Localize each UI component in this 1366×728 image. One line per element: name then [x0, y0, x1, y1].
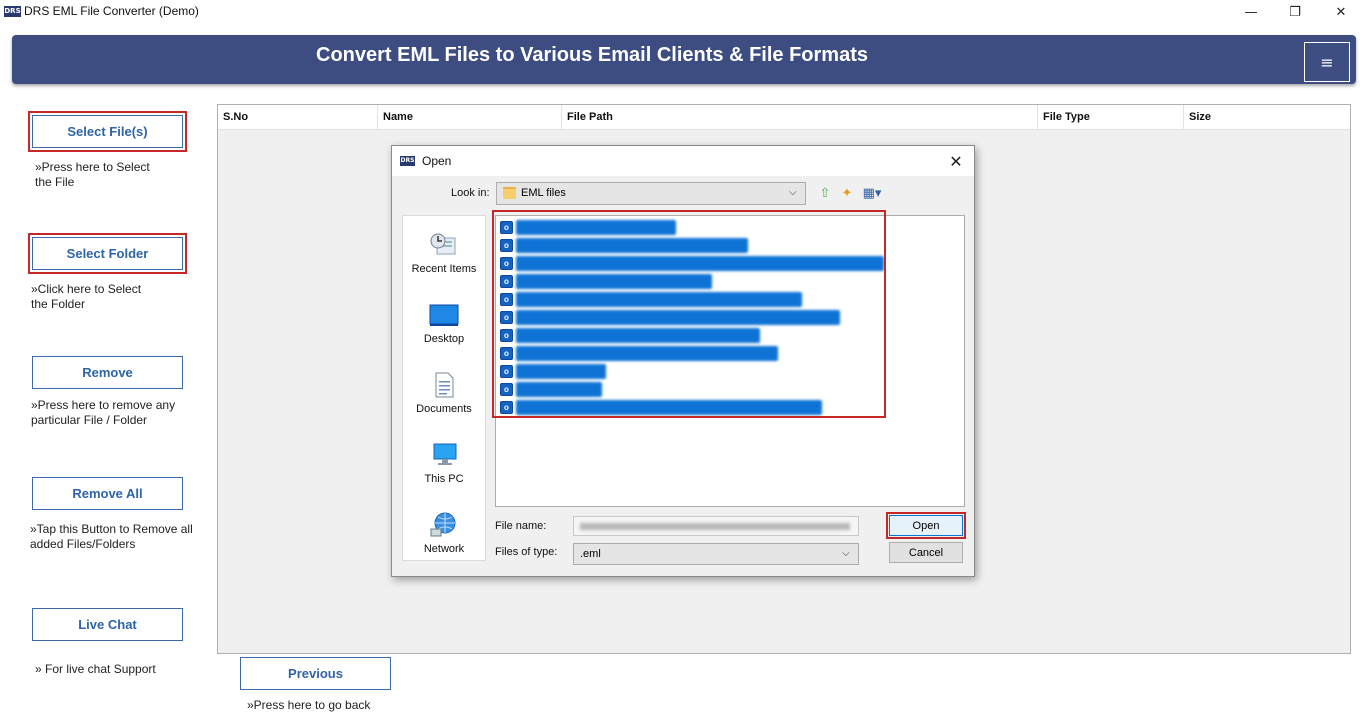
folder-icon	[503, 187, 516, 199]
remove-button[interactable]: Remove	[32, 356, 183, 389]
dialog-title-bar: DRS Open ✕	[392, 146, 974, 176]
place-label: Recent Items	[411, 263, 477, 275]
hint-line: the File	[35, 175, 75, 189]
files-of-type-label: Files of type:	[495, 546, 558, 558]
place-label: Documents	[416, 403, 472, 415]
place-label: Network	[423, 543, 465, 555]
menu-button[interactable]: ≡	[1304, 42, 1350, 82]
select-folder-hint: »Click here to Select the Folder	[31, 282, 141, 312]
place-desktop[interactable]: Desktop	[403, 294, 485, 364]
live-chat-button[interactable]: Live Chat	[32, 608, 183, 641]
hamburger-icon: ≡	[1320, 52, 1334, 72]
maximize-button[interactable]: ❐	[1272, 0, 1318, 24]
column-header-file-path[interactable]: File Path	[562, 105, 1038, 130]
dialog-close-button[interactable]: ✕	[944, 150, 968, 172]
select-folder-button[interactable]: Select Folder	[28, 233, 187, 274]
column-header-file-type[interactable]: File Type	[1038, 105, 1184, 130]
place-recent-items[interactable]: Recent Items	[403, 224, 485, 294]
open-file-dialog: DRS Open ✕ Look in: EML files ⌵ ⇧ ✦ ▦▾ R…	[391, 145, 975, 577]
remove-hint: »Press here to remove any particular Fil…	[31, 398, 175, 428]
network-icon	[430, 512, 456, 537]
window-title: DRS EML File Converter (Demo)	[24, 4, 199, 18]
look-in-dropdown[interactable]: EML files ⌵	[496, 182, 806, 205]
cancel-button[interactable]: Cancel	[889, 542, 963, 563]
column-header-sno[interactable]: S.No	[218, 105, 378, 130]
file-name-label: File name:	[495, 520, 547, 532]
places-bar: Recent Items Desktop Documents This PC N…	[402, 215, 486, 561]
table-header: S.No Name File Path File Type Size	[218, 105, 1350, 130]
column-header-size[interactable]: Size	[1184, 105, 1350, 130]
open-button[interactable]: Open	[889, 515, 963, 536]
column-header-name[interactable]: Name	[378, 105, 562, 130]
files-of-type-value: .eml	[580, 548, 601, 560]
up-folder-icon[interactable]: ⇧	[815, 184, 835, 202]
place-documents[interactable]: Documents	[403, 364, 485, 434]
look-in-label: Look in:	[451, 187, 490, 199]
file-name-redacted	[580, 523, 850, 530]
select-files-hint: »Press here to Select the File	[35, 160, 150, 190]
desktop-icon	[429, 304, 459, 326]
look-in-value: EML files	[521, 187, 566, 199]
select-files-button[interactable]: Select File(s)	[28, 111, 187, 152]
previous-button[interactable]: Previous	[240, 657, 391, 690]
live-chat-hint: » For live chat Support	[35, 662, 156, 676]
place-label: Desktop	[423, 333, 465, 345]
view-menu-icon[interactable]: ▦▾	[859, 184, 885, 202]
window-title-bar: DRS DRS EML File Converter (Demo) — ❐ ✕	[0, 0, 1366, 26]
hint-line: »Tap this Button to Remove all	[30, 522, 193, 536]
previous-hint: »Press here to go back	[247, 698, 371, 712]
documents-icon	[435, 372, 454, 398]
hint-line: the Folder	[31, 297, 86, 311]
hint-line: »Press here to Select	[35, 160, 150, 174]
hint-line: particular File / Folder	[31, 413, 148, 427]
remove-all-hint: »Tap this Button to Remove all added Fil…	[30, 522, 193, 552]
new-folder-icon[interactable]: ✦	[837, 184, 857, 202]
place-label: This PC	[424, 473, 464, 485]
page-title: Convert EML Files to Various Email Clien…	[316, 44, 868, 66]
chevron-down-icon: ⌵	[789, 187, 797, 198]
remove-all-button[interactable]: Remove All	[32, 477, 183, 510]
dialog-title: Open	[422, 154, 452, 168]
hint-line: »Press here to remove any	[31, 398, 176, 412]
file-name-input[interactable]	[573, 516, 859, 536]
app-logo-icon: DRS	[4, 6, 21, 17]
computer-icon	[433, 443, 457, 465]
close-window-button[interactable]: ✕	[1318, 0, 1364, 24]
hint-line: »Click here to Select	[31, 282, 142, 296]
minimize-button[interactable]: —	[1228, 0, 1274, 24]
selection-highlight-box	[492, 210, 886, 418]
hint-line: added Files/Folders	[30, 537, 136, 551]
files-of-type-dropdown[interactable]: .eml ⌵	[573, 543, 859, 565]
chevron-down-icon: ⌵	[842, 548, 850, 559]
place-this-pc[interactable]: This PC	[403, 434, 485, 504]
place-network[interactable]: Network	[403, 504, 485, 574]
dialog-logo-icon: DRS	[400, 156, 415, 166]
header-banner: Convert EML Files to Various Email Clien…	[12, 35, 1356, 84]
recent-items-icon	[430, 233, 456, 255]
